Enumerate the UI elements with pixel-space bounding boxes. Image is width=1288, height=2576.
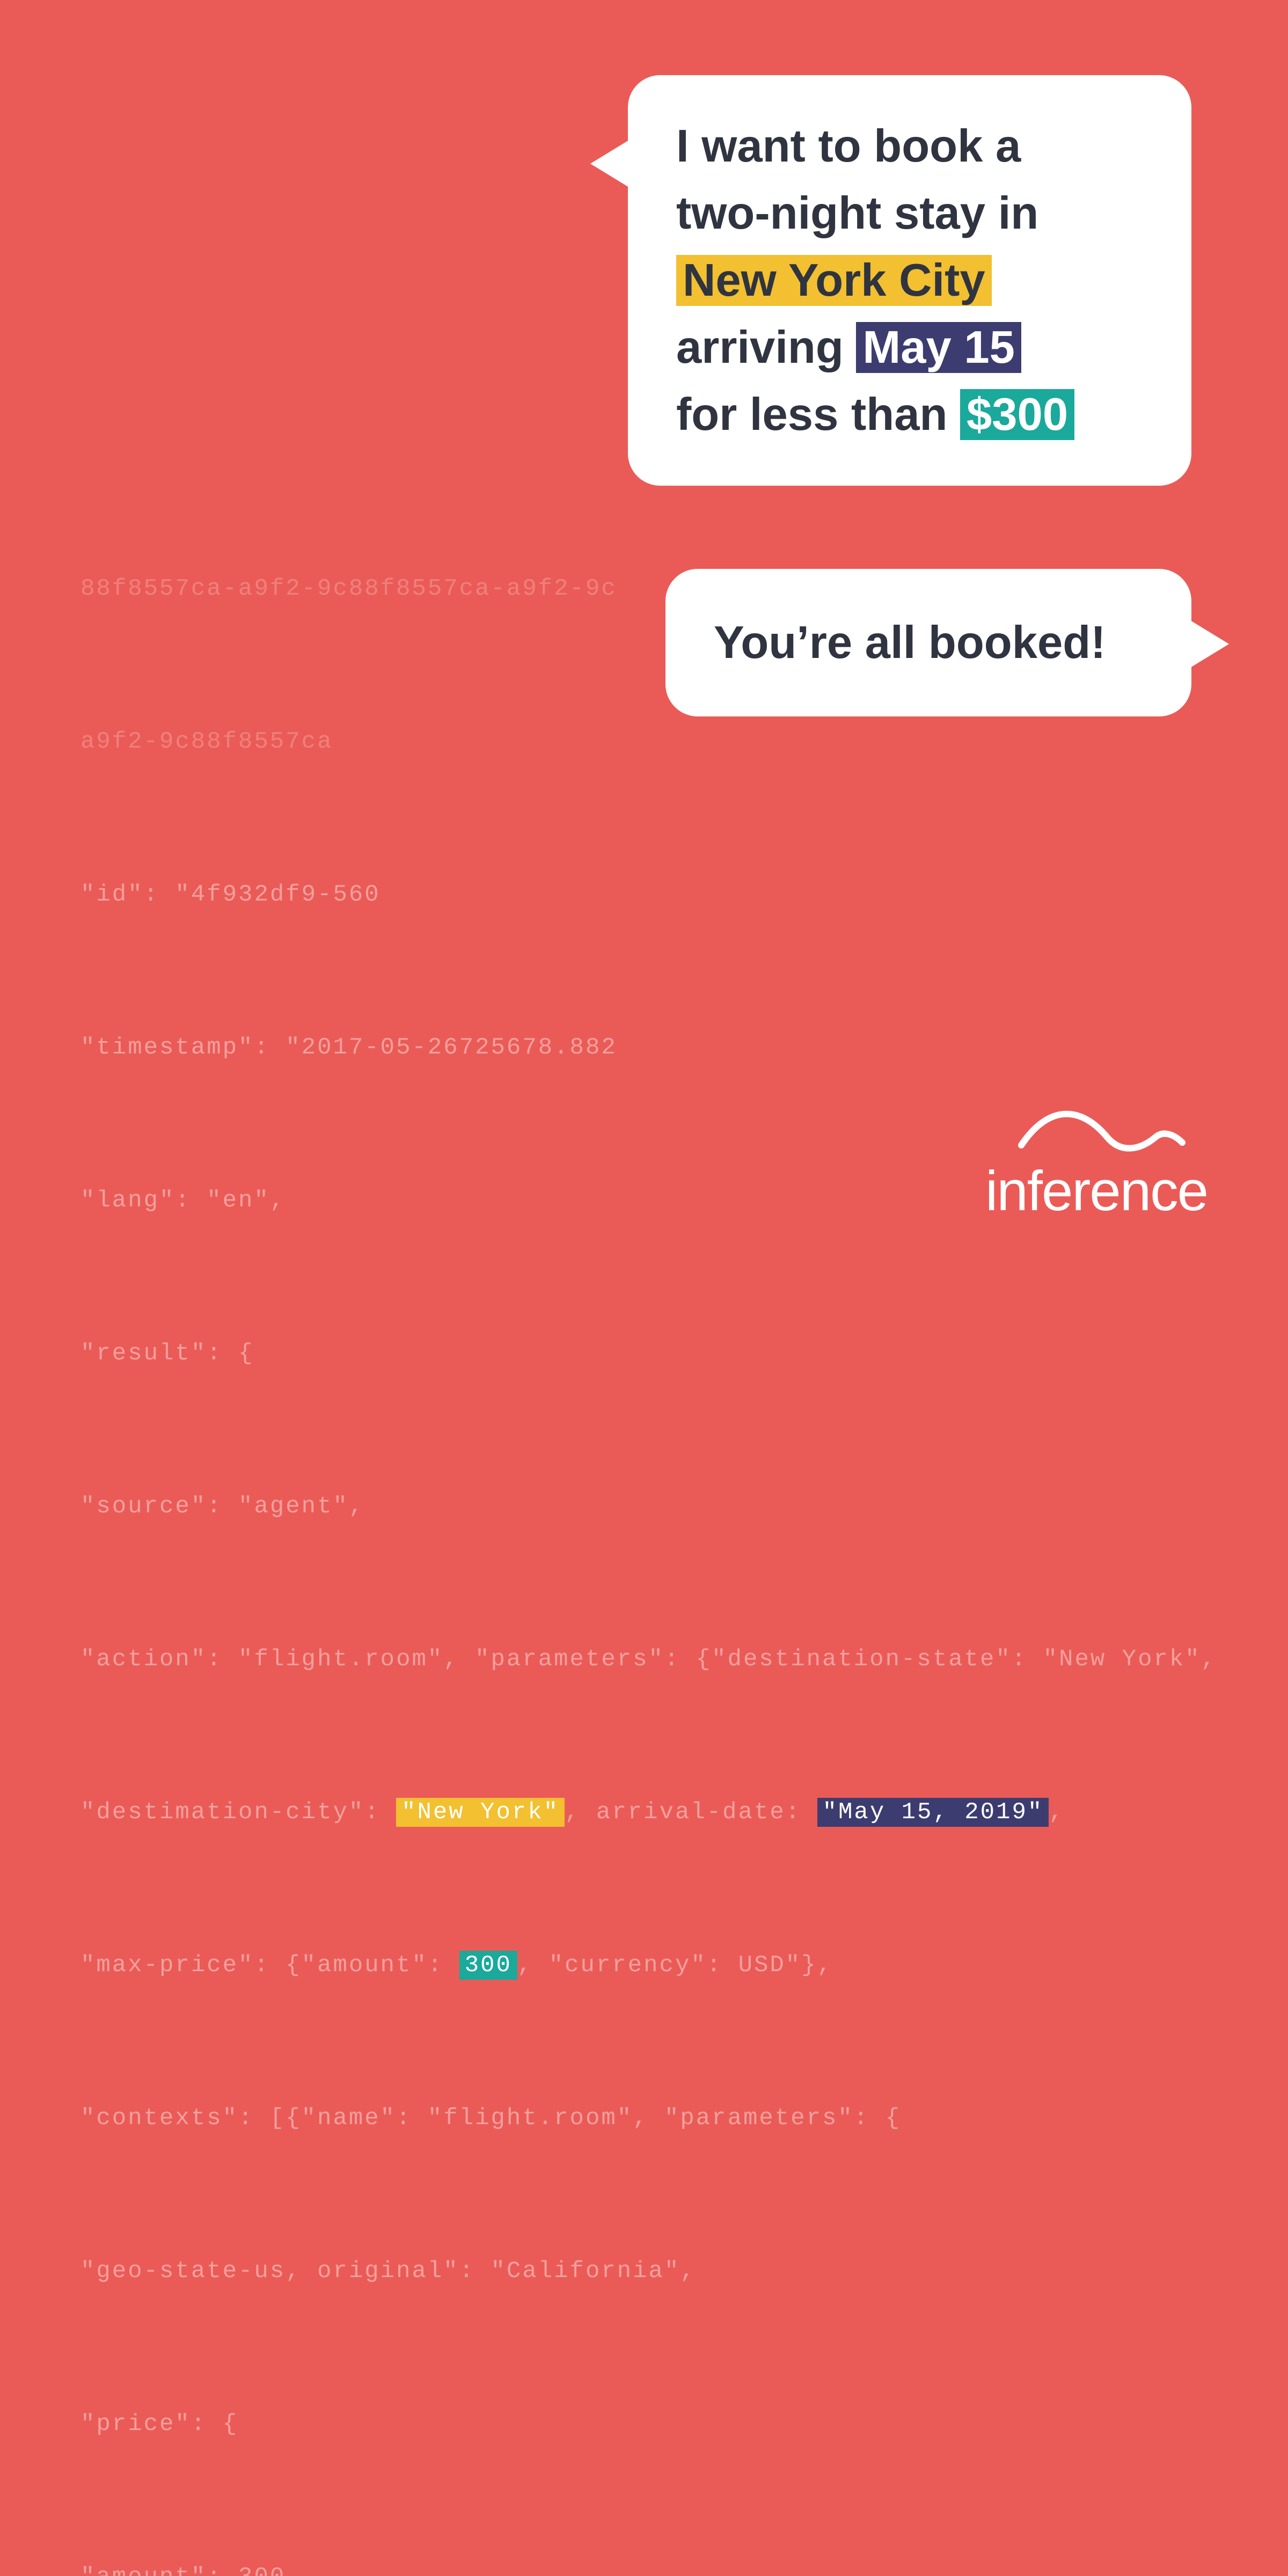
bubble-line: I want to book a	[676, 113, 1143, 180]
bubble-line: You’re all booked!	[714, 609, 1143, 676]
code-line: "result": {	[80, 1328, 1208, 1379]
code-line: a9f2-9c88f8557ca	[80, 716, 1208, 767]
bubble-line: two-night stay in	[676, 180, 1143, 247]
bubble-line: New York City	[676, 247, 1143, 314]
bubble-line: for less than $300	[676, 381, 1143, 448]
code-line: "timestamp": "2017-05-26725678.882	[80, 1022, 1208, 1073]
bubble-line: arriving May 15	[676, 314, 1143, 381]
code-line: "id": "4f932df9-560	[80, 869, 1208, 920]
bot-speech-bubble: You’re all booked!	[665, 569, 1191, 716]
bubble-tail-right-icon	[1181, 614, 1229, 674]
brand-logo: inference	[985, 1108, 1208, 1224]
highlight-city: New York City	[676, 255, 992, 306]
highlight-price: $300	[960, 389, 1074, 440]
code-highlight-date: "May 15, 2019"	[817, 1798, 1049, 1827]
code-line: "geo-state-us, original": "California",	[80, 2246, 1208, 2297]
code-line-highlighted: "max-price": {"amount": 300, "currency":…	[80, 1940, 1208, 1991]
code-highlight-city: "New York"	[396, 1798, 565, 1827]
code-line: "price": {	[80, 2399, 1208, 2450]
code-highlight-amount: 300	[459, 1951, 517, 1980]
bubble-tail-left-icon	[590, 134, 639, 193]
code-backdrop: 88f8557ca-a9f2-9c88f8557ca-a9f2-9c a9f2-…	[80, 462, 1208, 2576]
code-line: "amount": 300,	[80, 2552, 1208, 2576]
highlight-date: May 15	[856, 322, 1021, 373]
logo-wave-icon	[1000, 1108, 1193, 1156]
logo-text: inference	[985, 1159, 1208, 1224]
code-line-highlighted: "destimation-city": "New York", arrival-…	[80, 1787, 1208, 1838]
code-line: "source": "agent",	[80, 1481, 1208, 1532]
code-line: "contexts": [{"name": "flight.room", "pa…	[80, 2093, 1208, 2144]
user-speech-bubble: I want to book a two-night stay in New Y…	[628, 75, 1191, 486]
code-line: "action": "flight.room", "parameters": {…	[80, 1634, 1208, 1685]
